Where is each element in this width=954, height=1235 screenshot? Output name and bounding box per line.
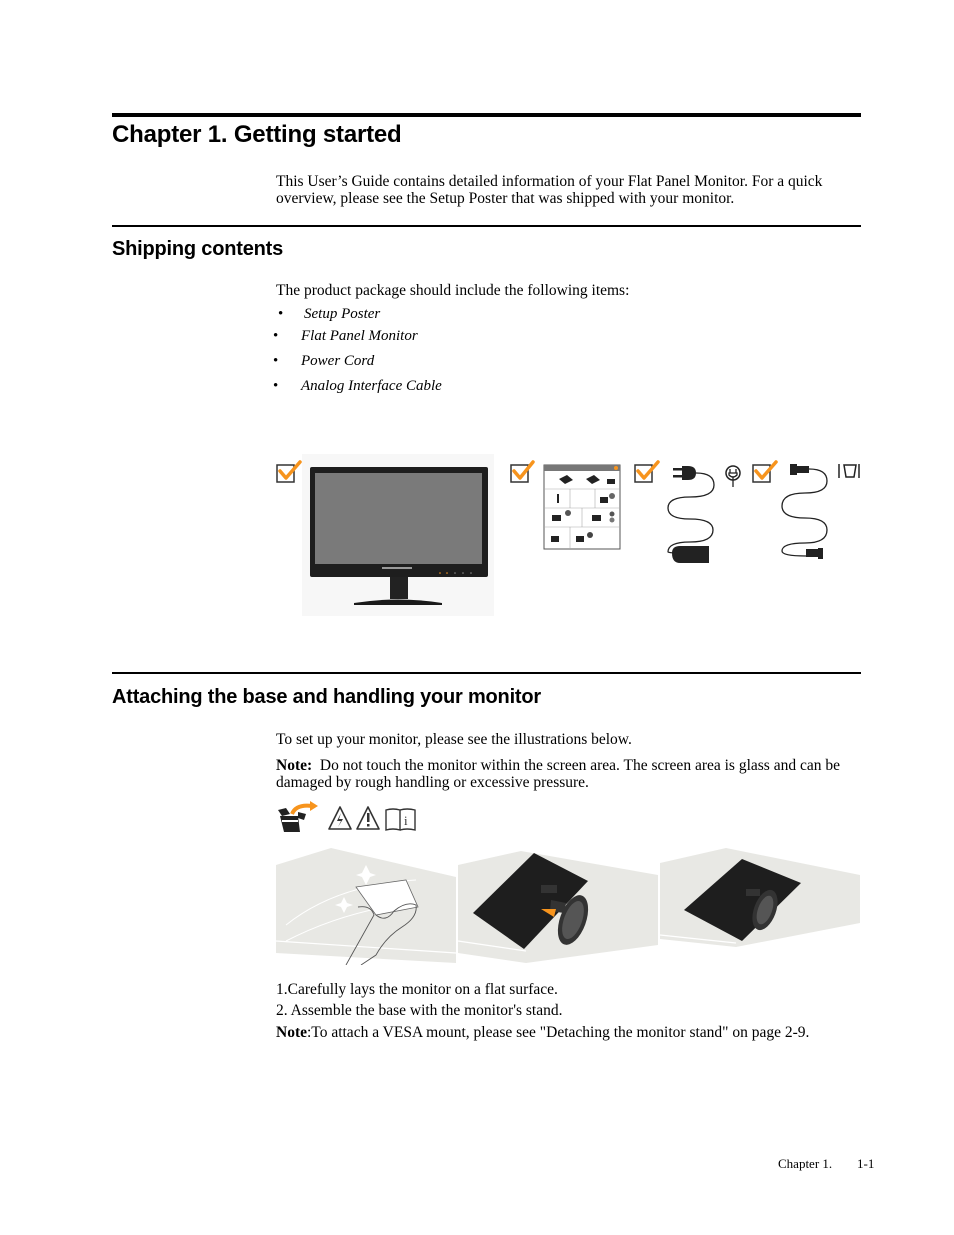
handling-note: Note: Do not touch the monitor within th… [276,757,861,791]
note-label: Note: [276,757,313,774]
bullet-icon: • [273,353,279,369]
vga-cable-image [781,464,828,559]
power-plug-symbol-icon [725,465,741,487]
bullet-icon: • [278,306,284,322]
footer-chapter: Chapter 1. [778,1156,833,1171]
shipping-lead: The product package should include the f… [276,282,630,299]
shipping-contents-illustration [276,454,860,616]
checkbox-checked-icon [634,460,660,483]
section-heading-attaching: Attaching the base and handling your mon… [112,686,541,708]
bullet-icon: • [273,328,279,344]
list-item-label: Flat Panel Monitor [301,328,418,344]
bullet-icon: • [273,378,279,394]
monitor-image [302,454,494,616]
note-text: :To attach a VESA mount, please see "Det… [307,1024,810,1041]
vesa-note: Note:To attach a VESA mount, please see … [276,1024,876,1041]
setup-illustrations [276,848,860,965]
section-heading-shipping: Shipping contents [112,238,284,260]
section-rule-attaching [112,672,861,674]
list-item-label: Analog Interface Cable [301,378,442,394]
note-label: Note [276,1024,307,1041]
power-cord-image [667,466,715,563]
assembled-monitor-illustration [659,848,860,947]
caution-icon [356,806,380,830]
read-manual-icon: i [385,808,416,831]
chapter-top-rule [112,113,861,117]
setup-poster-image [543,464,621,550]
step-2: 2. Assemble the base with the monitor's … [276,1002,563,1019]
step-1: 1.Carefully lays the monitor on a flat s… [276,981,558,998]
list-item-label: Power Cord [301,353,375,369]
note-text: Do not touch the monitor within the scre… [276,757,844,791]
chapter-intro: This User’s Guide contains detailed info… [276,173,823,207]
warning-icons-row: i [278,801,416,832]
checkbox-checked-icon [510,460,535,483]
page-number: 1-1 [857,1156,875,1171]
checkbox-checked-icon [752,460,778,483]
checkbox-checked-icon [276,460,302,483]
unpack-box-icon [278,801,318,832]
svg-text:i: i [404,813,408,828]
attaching-lead: To set up your monitor, please see the i… [276,731,632,748]
clean-surface-illustration [276,848,457,965]
vga-port-symbol-icon [838,464,860,478]
section-rule-shipping [112,225,861,227]
attach-base-illustration [457,851,658,963]
chapter-title: Chapter 1. Getting started [112,121,402,148]
electric-hazard-icon [328,806,352,830]
list-item-label: Setup Poster [304,306,381,322]
